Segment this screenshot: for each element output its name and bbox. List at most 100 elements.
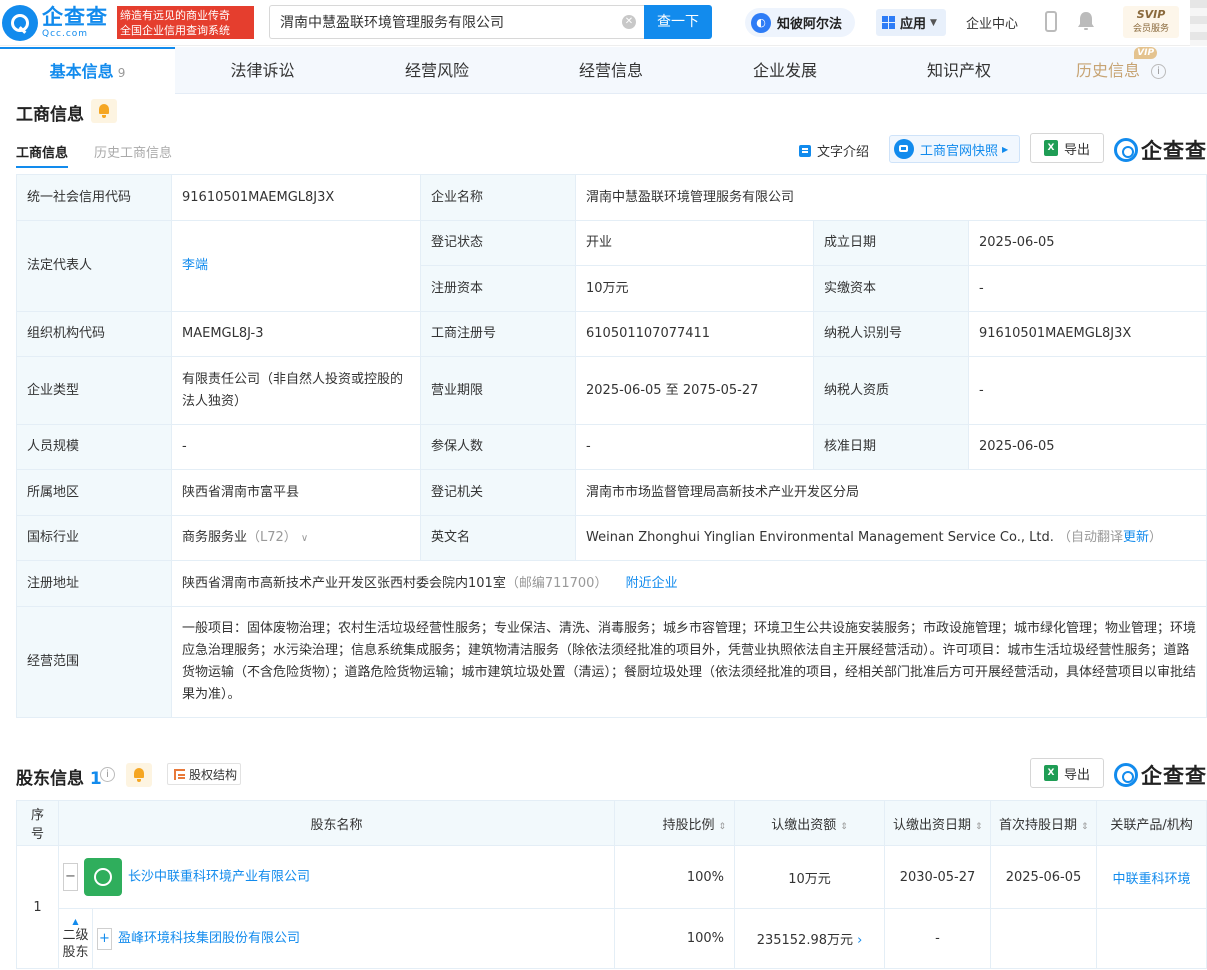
second-level-line-1: 二级 <box>62 927 89 943</box>
tab-basic-info[interactable]: 基本信息 9 <box>0 47 175 94</box>
legal-rep-label: 法定代表人 <box>16 220 172 312</box>
table-row: 1 − 长沙中联重科环境产业有限公司 100% 10万元 2030-05-27 2… <box>16 845 1207 969</box>
subtab-business-info[interactable]: 工商信息 <box>16 142 69 168</box>
nearby-companies-link[interactable]: 附近企业 <box>626 576 678 591</box>
svip-member-button[interactable]: SVIP 会员服务 <box>1123 6 1179 38</box>
biz-reg-no-value: 610501107077411 <box>575 311 814 357</box>
shareholders-title: 股东信息 1 <box>16 764 102 789</box>
mobile-app-icon[interactable] <box>1045 11 1057 32</box>
region-value: 陕西省渭南市富平县 <box>171 469 421 516</box>
col-ratio-header[interactable]: 持股比例 ⇕ <box>614 800 736 846</box>
table-header-row: 序号 股东名称 持股比例 ⇕ 认缴出资额 ⇕ 认缴出资日期 ⇕ 首次持股日期 ⇕ 关联产… <box>16 800 1207 846</box>
tab-ip[interactable]: 知识产权 <box>872 47 1046 94</box>
expand-button[interactable]: + <box>97 927 112 950</box>
approval-date-label: 核准日期 <box>813 424 969 470</box>
org-code-value: MAEMGL8J-3 <box>171 311 421 357</box>
collapse-button[interactable]: − <box>63 863 78 891</box>
reg-capital-label: 注册资本 <box>420 265 576 312</box>
slogan-line-1: 缔造有远见的商业传奇 <box>120 9 230 22</box>
export-label: 导出 <box>1063 767 1090 783</box>
tab-label: 基本信息 <box>49 62 114 81</box>
address-label: 注册地址 <box>16 560 172 607</box>
col-subscribed-header[interactable]: 认缴出资额 ⇕ <box>734 800 886 846</box>
snapshot-label: 工商官网快照 <box>920 143 999 159</box>
text-intro-label: 文字介绍 <box>817 145 870 160</box>
col-first-date: 首次持股日期 <box>999 817 1078 833</box>
qcc-brand-text: 企查查 <box>1141 139 1207 163</box>
chevron-down-icon[interactable]: ∨ <box>301 533 308 544</box>
official-snapshot-button[interactable]: 工商官网快照 ▶ <box>889 135 1020 163</box>
info-icon[interactable]: i <box>100 767 115 782</box>
business-info-title: 工商信息 <box>16 105 84 125</box>
tab-count: 9 <box>117 66 126 80</box>
export-button[interactable]: X 导出 <box>1030 133 1104 163</box>
second-level-name-link[interactable]: 盈峰环境科技集团股份有限公司 <box>118 931 300 946</box>
notification-bell-icon[interactable] <box>1077 11 1095 31</box>
subtab-history-business-info[interactable]: 历史工商信息 <box>94 142 172 161</box>
monitor-bell-icon[interactable] <box>126 763 152 787</box>
export-label: 导出 <box>1063 142 1090 158</box>
legal-rep-link[interactable]: 李端 <box>182 258 208 273</box>
excel-icon: X <box>1043 140 1058 156</box>
search-input[interactable] <box>280 6 610 38</box>
ai-assistant-button[interactable]: ◐ 知彼阿尔法 <box>745 8 855 37</box>
english-name-label: 英文名 <box>420 515 576 561</box>
tab-operation-info[interactable]: 经营信息 <box>524 47 698 94</box>
tab-operation-risk[interactable]: 经营风险 <box>350 47 524 94</box>
export-button[interactable]: X 导出 <box>1030 758 1104 788</box>
info-icon[interactable]: i <box>1151 64 1167 79</box>
table-row: 国标行业 商务服务业（L72） ∨ 英文名 Weinan Zhonghui Yin… <box>16 515 1207 561</box>
apps-grid-icon <box>882 16 895 29</box>
tab-development[interactable]: 企业发展 <box>698 47 872 94</box>
search-box: ✕ <box>269 5 644 39</box>
slogan-line-2: 全国企业信用查询系统 <box>120 24 230 37</box>
col-sub-date-header[interactable]: 认缴出资日期 ⇕ <box>884 800 992 846</box>
shareholder-name-link[interactable]: 长沙中联重科环境产业有限公司 <box>128 870 310 885</box>
credit-code-label: 统一社会信用代码 <box>16 174 172 221</box>
insured-value: - <box>575 424 814 470</box>
text-intro-button[interactable]: 文字介绍 <box>799 141 869 160</box>
table-row: 人员规模 - 参保人数 - 核准日期 2025-06-05 <box>16 424 1207 470</box>
monitor-bell-icon[interactable] <box>91 99 117 123</box>
equity-structure-button[interactable]: 股权结构 <box>167 763 241 785</box>
sort-icon: ⇕ <box>840 821 848 832</box>
qcc-brand-text: 企查查 <box>1141 764 1207 788</box>
industry-value: 商务服务业 <box>182 529 248 545</box>
second-level-label[interactable]: ▲ 二级 股东 <box>58 908 93 969</box>
second-level-subscribed-cell[interactable]: 235152.98万元 › <box>734 908 886 969</box>
col-subscribed: 认缴出资额 <box>771 817 837 833</box>
related-product-link[interactable]: 中联重科环境 <box>1113 872 1191 887</box>
sub-date-value: 2030-05-27 <box>884 845 992 909</box>
second-level-line-2: 股东 <box>62 944 89 960</box>
row-index: 1 <box>16 845 59 969</box>
ai-label: 知彼阿尔法 <box>777 17 843 32</box>
update-translation-link[interactable]: 更新 <box>1123 530 1149 545</box>
shareholder-cell: − 长沙中联重科环境产业有限公司 <box>57 845 616 909</box>
address-cell: 陕西省渭南市高新技术产业开发区张西村委会院内101室（邮编711700） 附近企… <box>170 560 1207 607</box>
ratio-value: 100% <box>614 845 736 909</box>
document-icon <box>799 144 811 157</box>
svip-sub-label: 会员服务 <box>1132 24 1169 34</box>
blurred-edge <box>1190 0 1207 46</box>
product-cell: 中联重科环境 <box>1096 845 1207 909</box>
approval-date-value: 2025-06-05 <box>967 424 1207 470</box>
company-type-value: 有限责任公司（非自然人投资或控股的法人独资） <box>171 356 421 425</box>
col-index: 序号 <box>16 800 59 846</box>
search-button[interactable]: 查一下 <box>644 5 712 39</box>
tab-legal[interactable]: 法律诉讼 <box>175 47 350 94</box>
col-first-date-header[interactable]: 首次持股日期 ⇕ <box>990 800 1098 846</box>
site-logo[interactable]: 企查查 Qcc.com <box>2 5 108 41</box>
qcc-logo-icon <box>1114 138 1138 162</box>
industry-cell[interactable]: 商务服务业（L72） ∨ <box>171 515 421 561</box>
structure-icon <box>174 768 185 780</box>
est-date-value: 2025-06-05 <box>967 220 1207 266</box>
apps-dropdown[interactable]: 应用 ▼ <box>876 9 946 36</box>
second-level-cell: + 盈峰环境科技集团股份有限公司 <box>91 908 616 969</box>
enterprise-center-link[interactable]: 企业中心 <box>966 13 1018 32</box>
sort-icon: ⇕ <box>975 821 983 832</box>
clear-icon[interactable]: ✕ <box>622 15 636 29</box>
scope-label: 经营范围 <box>16 606 172 718</box>
english-name-cell: Weinan Zhonghui Yinglian Environmental M… <box>574 515 1207 561</box>
sort-icon: ⇕ <box>718 821 727 832</box>
tab-history[interactable]: 历史信息 VIP i <box>1046 47 1196 94</box>
